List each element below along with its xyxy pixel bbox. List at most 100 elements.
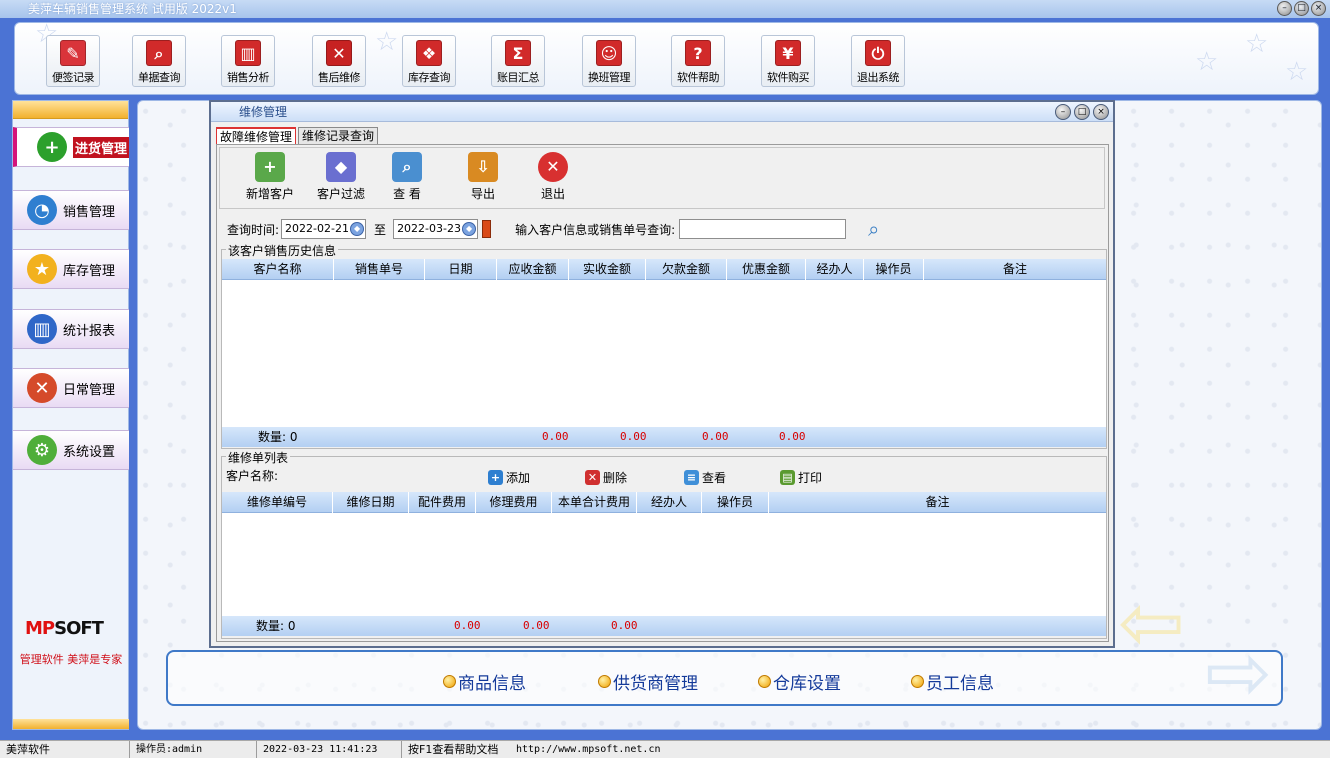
col-receivable[interactable]: 应收金额 bbox=[497, 259, 569, 280]
date-to-field[interactable]: 2022-03-23 ◆ bbox=[393, 219, 479, 239]
repair-list-button-label: 删除 bbox=[603, 471, 628, 485]
to-label: 至 bbox=[374, 222, 387, 237]
add-icon: + bbox=[488, 470, 503, 485]
repair-list-button-1[interactable]: ✕ 删除 bbox=[585, 469, 627, 486]
status-company: 美萍软件 bbox=[0, 741, 130, 758]
status-url[interactable]: http://www.mpsoft.net.cn bbox=[510, 741, 710, 758]
pie-chart-icon: ◔ bbox=[27, 195, 57, 225]
col-received[interactable]: 实收金额 bbox=[569, 259, 646, 280]
sidebar-item-4[interactable]: ✕ 日常管理 bbox=[13, 368, 129, 408]
col-date[interactable]: 日期 bbox=[425, 259, 497, 280]
col-handler[interactable]: 经办人 bbox=[806, 259, 864, 280]
action-button-3[interactable]: ⇩ 导出 bbox=[468, 152, 498, 202]
repair-list-footer: 数量: 0 0.00 0.00 0.00 bbox=[222, 616, 1106, 636]
quick-link-products[interactable]: 商品信息 bbox=[443, 669, 526, 694]
toolbar-button-1[interactable]: ⌕ 单据查询 bbox=[132, 35, 186, 87]
col-repair-cost[interactable]: 修理费用 bbox=[476, 492, 552, 513]
action-button-1[interactable]: ◆ 客户过滤 bbox=[317, 152, 365, 202]
toolbar-button-6[interactable]: ☺ 换班管理 bbox=[582, 35, 636, 87]
col-operator[interactable]: 操作员 bbox=[864, 259, 924, 280]
app-title: 美萍车辆销售管理系统 试用版 2022v1 bbox=[28, 2, 237, 16]
status-bar: 美萍软件 操作员:admin 2022-03-23 11:41:23 按F1查看… bbox=[0, 740, 1330, 758]
quick-link-warehouse[interactable]: 仓库设置 bbox=[758, 669, 841, 694]
col-repair-handler[interactable]: 经办人 bbox=[637, 492, 702, 513]
sidebar-item-0[interactable]: + 进货管理 bbox=[13, 127, 129, 167]
fault-repair-pane: + 新增客户 ◆ 客户过滤 ⌕ 查 看 ⇩ 导出 ✕ 退出 查询时间: 2022-02-21 ◆ … bbox=[216, 144, 1109, 642]
toolbar-button-8[interactable]: ¥ 软件购买 bbox=[761, 35, 815, 87]
toolbar-button-5[interactable]: Σ 账目汇总 bbox=[491, 35, 545, 87]
minimize-icon[interactable]: – bbox=[1277, 1, 1292, 16]
query-time-label: 查询时间: bbox=[227, 222, 280, 237]
action-button-label: 导出 bbox=[470, 187, 495, 201]
col-parts-cost[interactable]: 配件费用 bbox=[409, 492, 476, 513]
sidebar-item-2[interactable]: ★ 库存管理 bbox=[13, 249, 129, 289]
forward-arrow-icon[interactable]: ⇨ bbox=[1205, 626, 1272, 719]
col-remark[interactable]: 备注 bbox=[924, 259, 1106, 280]
child-close-icon[interactable]: × bbox=[1093, 104, 1109, 120]
date-from-field[interactable]: 2022-02-21 ◆ bbox=[281, 219, 367, 239]
toolbar-button-9[interactable]: ⏻ 退出系统 bbox=[851, 35, 905, 87]
repair-list-button-0[interactable]: + 添加 bbox=[488, 469, 530, 486]
view-icon: ⌕ bbox=[392, 152, 422, 182]
add-customer-icon: + bbox=[255, 152, 285, 182]
date-dropdown-button[interactable] bbox=[482, 220, 492, 238]
sum-received: 0.00 bbox=[620, 430, 647, 443]
print-icon: ▤ bbox=[780, 470, 795, 485]
col-repair-no[interactable]: 维修单编号 bbox=[222, 492, 333, 513]
repair-list-body[interactable] bbox=[222, 513, 1106, 616]
child-minimize-icon[interactable]: – bbox=[1055, 104, 1071, 120]
toolbar-button-3[interactable]: ✕ 售后维修 bbox=[312, 35, 366, 87]
filter-icon: ◆ bbox=[326, 152, 356, 182]
toolbar-button-0[interactable]: ✎ 便签记录 bbox=[46, 35, 100, 87]
view-doc-icon: ≡ bbox=[684, 470, 699, 485]
tab-repair-records[interactable]: 维修记录查询 bbox=[298, 127, 379, 144]
child-restore-icon[interactable]: □ bbox=[1074, 104, 1090, 120]
sidebar-item-5[interactable]: ⚙ 系统设置 bbox=[13, 430, 129, 470]
maximize-icon[interactable]: □ bbox=[1294, 1, 1309, 16]
quick-link-suppliers[interactable]: 供货商管理 bbox=[598, 669, 698, 694]
sales-history-body[interactable] bbox=[222, 280, 1106, 427]
close-icon[interactable]: × bbox=[1311, 1, 1326, 16]
col-repair-remark[interactable]: 备注 bbox=[769, 492, 1106, 513]
col-repair-date[interactable]: 维修日期 bbox=[333, 492, 409, 513]
sidebar-item-1[interactable]: ◔ 销售管理 bbox=[13, 190, 129, 230]
title-bar: 美萍车辆销售管理系统 试用版 2022v1 – □ × bbox=[0, 0, 1330, 18]
bar-chart-icon: ▥ bbox=[235, 40, 261, 66]
repair-list-button-3[interactable]: ▤ 打印 bbox=[780, 469, 822, 486]
report-bars-icon: ▥ bbox=[27, 314, 57, 344]
sidebar-bottom-bar bbox=[13, 719, 129, 729]
window-controls: – □ × bbox=[1277, 1, 1326, 16]
sum-discount: 0.00 bbox=[779, 430, 806, 443]
quick-link-staff[interactable]: 员工信息 bbox=[911, 669, 994, 694]
star-icon: ★ bbox=[27, 254, 57, 284]
tab-fault-repair[interactable]: 故障维修管理 bbox=[216, 127, 297, 144]
repair-list-button-2[interactable]: ≡ 查看 bbox=[684, 469, 726, 486]
action-button-2[interactable]: ⌕ 查 看 bbox=[392, 152, 422, 202]
search-icon[interactable]: ⌕ bbox=[868, 217, 879, 241]
sales-history-header: 客户名称 销售单号 日期 应收金额 实收金额 欠款金额 优惠金额 经办人 操作员… bbox=[222, 259, 1106, 280]
back-arrow-icon[interactable]: ⇦ bbox=[1118, 576, 1185, 669]
date-spin-icon[interactable]: ◆ bbox=[350, 222, 365, 236]
bullet-icon bbox=[598, 675, 611, 688]
action-button-label: 退出 bbox=[540, 187, 565, 201]
sidebar-item-3[interactable]: ▥ 统计报表 bbox=[13, 309, 129, 349]
yen-icon: ¥ bbox=[775, 40, 801, 66]
col-repair-operator[interactable]: 操作员 bbox=[702, 492, 769, 513]
col-sales-no[interactable]: 销售单号 bbox=[334, 259, 425, 280]
toolbar-button-4[interactable]: ❖ 库存查询 bbox=[402, 35, 456, 87]
sum-receivable: 0.00 bbox=[542, 430, 569, 443]
status-operator: 操作员:admin bbox=[130, 741, 257, 758]
col-debt[interactable]: 欠款金额 bbox=[646, 259, 727, 280]
repair-list-button-label: 查看 bbox=[702, 471, 727, 485]
customer-search-input[interactable] bbox=[679, 219, 847, 239]
col-customer-name[interactable]: 客户名称 bbox=[222, 259, 334, 280]
sigma-icon: Σ bbox=[505, 40, 531, 66]
col-total-cost[interactable]: 本单合计费用 bbox=[552, 492, 637, 513]
toolbar-button-2[interactable]: ▥ 销售分析 bbox=[221, 35, 275, 87]
action-button-0[interactable]: + 新增客户 bbox=[246, 152, 294, 202]
toolbar-button-7[interactable]: ? 软件帮助 bbox=[671, 35, 725, 87]
action-button-4[interactable]: ✕ 退出 bbox=[538, 152, 568, 202]
col-discount[interactable]: 优惠金额 bbox=[727, 259, 806, 280]
date-spin-icon[interactable]: ◆ bbox=[462, 222, 477, 236]
repair-list-group: 维修单列表 客户名称: + 添加 ✕ 删除 ≡ 查看 ▤ 打印 维修单编号 维修日期 配件费用… bbox=[221, 449, 1107, 639]
